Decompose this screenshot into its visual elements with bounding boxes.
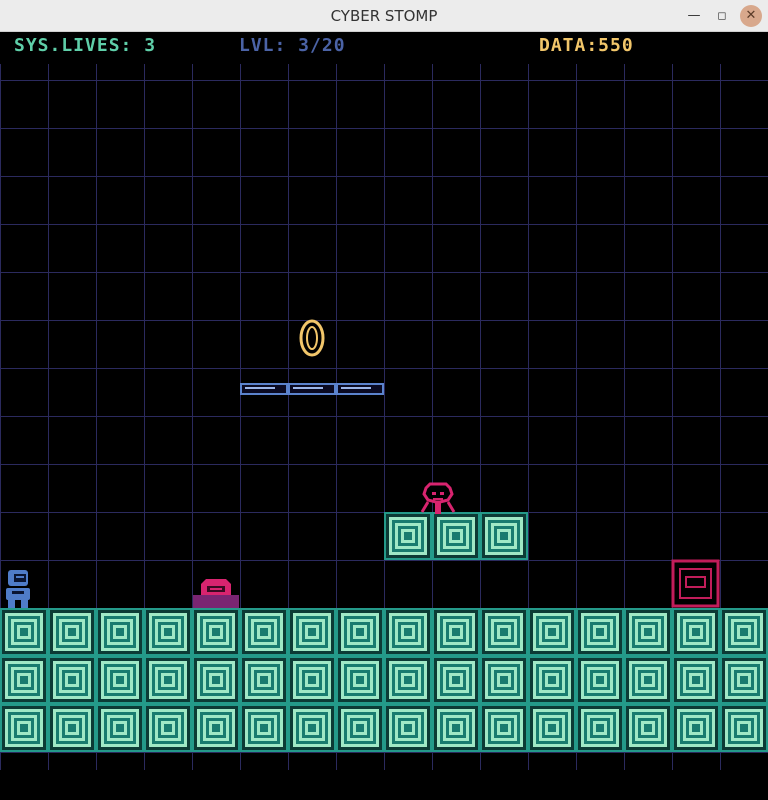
hud-data-score: DATA:550 <box>539 35 634 56</box>
ground-shadow <box>0 770 768 800</box>
window-title: CYBER STOMP <box>330 7 438 25</box>
exit-portal-icon <box>671 559 720 608</box>
title-bar: CYBER STOMP — ◻ ✕ <box>0 0 768 32</box>
hud-lives: SYS.LIVES: 3 <box>14 35 157 56</box>
ground-tiles <box>0 608 768 752</box>
raised-tile-platform <box>384 512 528 560</box>
maximize-icon[interactable]: ◻ <box>711 5 733 27</box>
floating-platform <box>240 383 384 395</box>
game-window: CYBER STOMP — ◻ ✕ SYS.LIVES: 3 LVL: 3/20… <box>0 0 768 800</box>
game-canvas[interactable] <box>0 32 768 800</box>
close-icon[interactable]: ✕ <box>740 5 762 27</box>
minimize-icon[interactable]: — <box>683 5 705 27</box>
data-coin-icon <box>299 319 325 357</box>
hud-level: LVL: 3/20 <box>239 35 346 56</box>
